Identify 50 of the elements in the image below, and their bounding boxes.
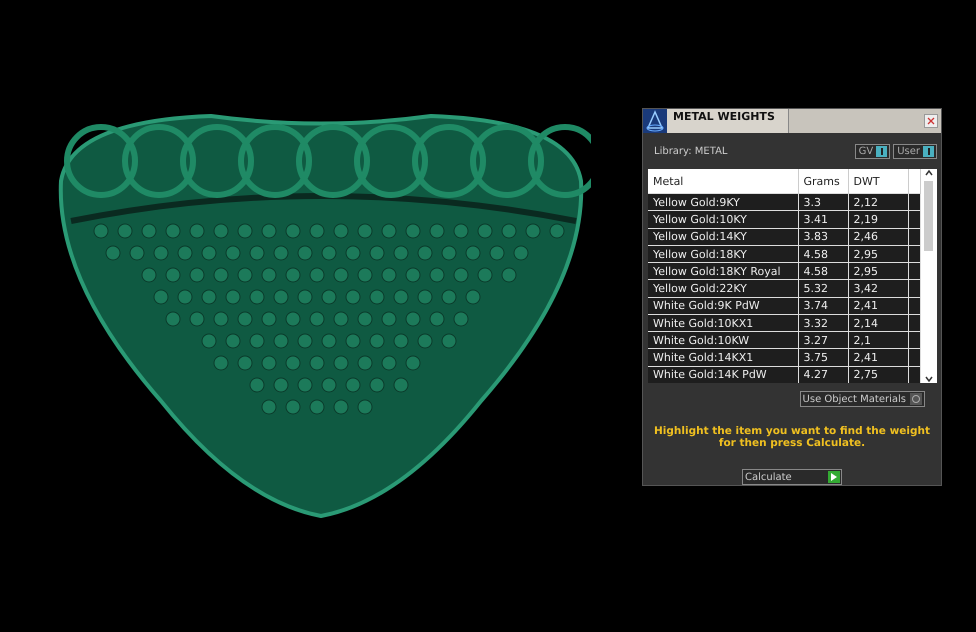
scrollbar[interactable] (920, 168, 937, 384)
close-icon (927, 117, 935, 125)
grams-cell[interactable]: 3.74 (798, 297, 848, 314)
calculate-button[interactable]: Calculate (742, 469, 842, 486)
column-header[interactable]: DWT (848, 168, 908, 194)
metal-cell[interactable]: White Gold:9K PdW (648, 297, 798, 314)
grams-cell[interactable]: 4.27 (798, 366, 848, 384)
metal-cell[interactable]: Yellow Gold:18KY (648, 245, 798, 263)
scroll-thumb[interactable] (924, 180, 934, 251)
play-icon (828, 471, 840, 484)
scroll-down-icon[interactable] (924, 375, 934, 384)
metal-cell[interactable]: Yellow Gold:9KY (648, 194, 798, 211)
column-header[interactable]: Metal (648, 168, 798, 194)
grams-cell[interactable]: 3.32 (798, 314, 848, 332)
grams-cell[interactable]: 4.58 (798, 245, 848, 263)
scroll-up-icon[interactable] (924, 168, 934, 177)
metal-cell[interactable]: Yellow Gold:14KY (648, 228, 798, 246)
grams-cell[interactable]: 4.58 (798, 262, 848, 280)
metal-cell[interactable]: Yellow Gold:18KY Royal (648, 262, 798, 280)
metal-cell[interactable]: Yellow Gold:10KY (648, 210, 798, 228)
column-header[interactable]: Grams (798, 168, 848, 194)
metal-cell[interactable]: Yellow Gold:22KY (648, 280, 798, 298)
metal-cell[interactable]: White Gold:10KW (648, 332, 798, 349)
metal-cell[interactable]: White Gold:10KX1 (648, 314, 798, 332)
grams-cell[interactable]: 3.83 (798, 228, 848, 246)
dwt-cell[interactable]: 3,42 (848, 280, 908, 298)
grams-cell[interactable]: 3.3 (798, 194, 848, 211)
library-label: Library: METAL (654, 146, 728, 158)
metal-cell[interactable]: White Gold:14KX1 (648, 348, 798, 366)
dwt-cell[interactable]: 2,41 (848, 348, 908, 366)
use-object-materials-toggle[interactable]: Use Object Materials (800, 391, 925, 408)
grams-cell[interactable]: 3.75 (798, 348, 848, 366)
dwt-cell[interactable]: 2,95 (848, 262, 908, 280)
dwt-cell[interactable]: 2,75 (848, 366, 908, 384)
dwt-cell[interactable]: 2,14 (848, 314, 908, 332)
metal-cell[interactable]: White Gold:14K PdW (648, 366, 798, 384)
grams-cell[interactable]: 5.32 (798, 280, 848, 298)
dwt-cell[interactable]: 2,19 (848, 210, 908, 228)
dwt-cell[interactable]: 2,1 (848, 332, 908, 349)
instruction-text: Highlight the item you want to find the weight for then press Calculate. (653, 425, 931, 450)
grams-cell[interactable]: 3.27 (798, 332, 848, 349)
dwt-cell[interactable]: 2,41 (848, 297, 908, 314)
dwt-cell[interactable]: 2,12 (848, 194, 908, 211)
toggle-button[interactable]: User (893, 144, 937, 160)
toggle-button[interactable]: GV (854, 144, 890, 160)
panel-title: METAL WEIGHTS (667, 109, 789, 133)
grams-cell[interactable]: 3.41 (798, 210, 848, 228)
close-button[interactable] (924, 114, 938, 128)
dwt-cell[interactable]: 2,46 (848, 228, 908, 246)
dwt-cell[interactable]: 2,95 (848, 245, 908, 263)
